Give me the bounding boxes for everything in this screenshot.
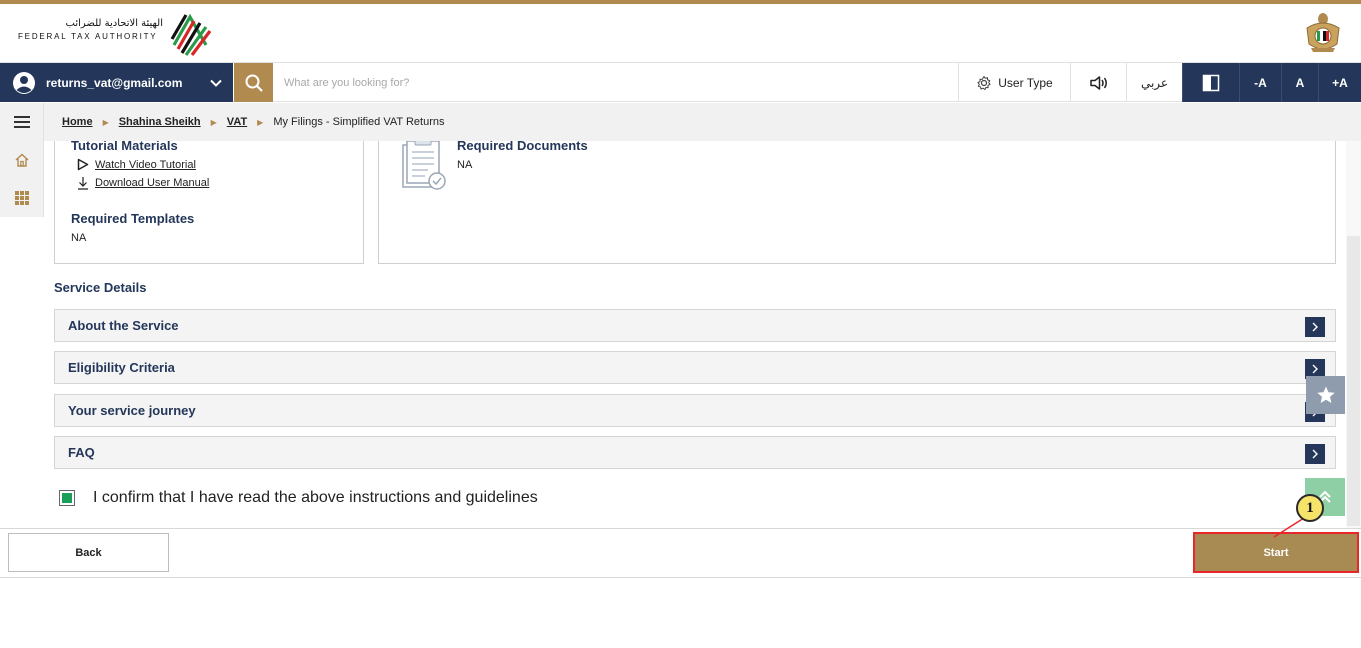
annotation-pointer-line	[1273, 517, 1305, 538]
annotation-step-badge: 1	[1296, 494, 1324, 522]
